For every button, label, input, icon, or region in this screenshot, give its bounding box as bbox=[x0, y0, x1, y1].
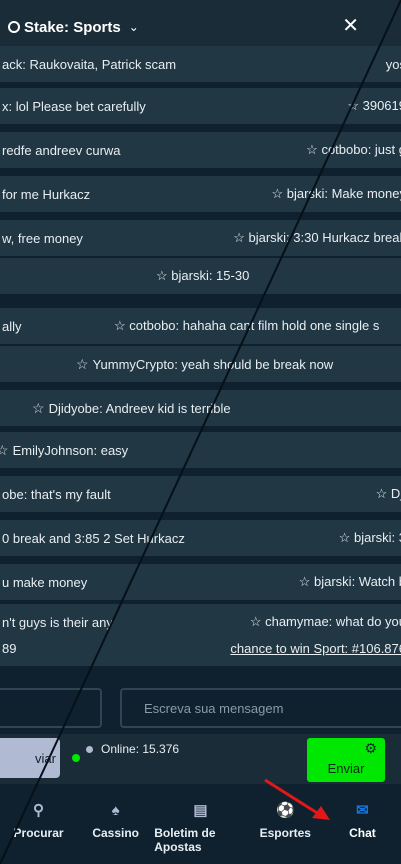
stake-logo-icon bbox=[8, 21, 20, 33]
chat-icon: ✉ bbox=[356, 802, 369, 819]
betslip-icon: ▤ bbox=[193, 802, 208, 819]
nav-item-search[interactable]: ⚲ Procurar bbox=[0, 784, 77, 864]
chat-message-list[interactable]: ack: Raukovaita, Patrick scam yos x: lol… bbox=[0, 46, 401, 686]
chat-message: obe: that's my fault ☆ Dji bbox=[0, 476, 401, 512]
bet-input[interactable] bbox=[0, 688, 102, 728]
chat-message: 0 break and 3:85 2 Set Hurkacz ☆ bjarski… bbox=[0, 520, 401, 556]
chevron-down-icon[interactable]: ⌄ bbox=[129, 20, 139, 34]
bottom-navigation: ⚲ Procurar ♠ Cassino ▤ Boletim de Aposta… bbox=[0, 784, 401, 864]
close-icon[interactable]: ✕ bbox=[342, 16, 359, 36]
chat-message: redfe andreev curwa ☆ cotbobo: just g bbox=[0, 132, 401, 168]
chat-message: w, free money ☆ bjarski: 3:30 Hurkacz br… bbox=[0, 220, 401, 256]
chat-message: for me Hurkacz ☆ bjarski: Make money bbox=[0, 176, 401, 212]
chat-message: u make money ☆ bjarski: Watch b bbox=[0, 564, 401, 600]
online-status-icon bbox=[86, 745, 93, 753]
search-icon: ⚲ bbox=[33, 802, 45, 819]
chat-input-placeholder: Escreva sua mensagem bbox=[144, 700, 284, 716]
nav-item-betslip[interactable]: ▤ Boletim de Apostas bbox=[154, 784, 247, 864]
sports-icon: ⚽ bbox=[275, 802, 295, 819]
casino-icon: ♠ bbox=[111, 801, 120, 819]
chat-message: ally ☆ cotbobo: hahaha cant film hold on… bbox=[0, 308, 401, 344]
online-count-label: Online: 15.376 bbox=[101, 742, 180, 756]
star-icon: ☆ bbox=[0, 441, 9, 458]
chat-message: ☆ bjarski: 15-30 bbox=[0, 258, 401, 294]
online-dot-icon bbox=[72, 754, 80, 762]
nav-item-casino[interactable]: ♠ Cassino bbox=[77, 784, 154, 864]
send-bet-label: viar bbox=[35, 750, 56, 766]
chat-message: 89 chance to win Sport: #106.876 bbox=[0, 630, 401, 666]
chat-message: ☆ Djidyobe: Andreev kid is terrible bbox=[0, 390, 401, 426]
settings-icon[interactable]: ⚙ bbox=[364, 740, 377, 757]
star-icon: ☆ bbox=[32, 399, 45, 416]
nav-item-sports[interactable]: ⚽ Esportes bbox=[247, 784, 324, 864]
chat-room-title[interactable]: Stake: Sports bbox=[24, 19, 121, 36]
send-bet-button[interactable]: viar bbox=[0, 738, 80, 778]
send-message-button[interactable]: ⚙ Enviar bbox=[307, 738, 385, 782]
chat-message: ☆ YummyCrypto: yeah should be break now bbox=[0, 346, 401, 382]
chat-message: x: lol Please bet carefully ☆ 390619 bbox=[0, 88, 401, 124]
chat-input-row: Escreva sua mensagem bbox=[0, 682, 401, 734]
star-icon: ☆ bbox=[76, 355, 89, 372]
chat-message: ack: Raukovaita, Patrick scam yos bbox=[0, 46, 401, 82]
send-message-label: Enviar bbox=[327, 761, 365, 776]
chat-footer: viar Online: 15.376 160 ⚙ Enviar bbox=[0, 734, 401, 784]
online-counter: Online: 15.376 bbox=[86, 742, 179, 756]
chat-message-input[interactable]: Escreva sua mensagem bbox=[120, 688, 401, 728]
nav-item-chat[interactable]: ✉ Chat bbox=[324, 784, 401, 864]
chat-message: ☆ EmilyJohnson: easy bbox=[0, 432, 401, 468]
